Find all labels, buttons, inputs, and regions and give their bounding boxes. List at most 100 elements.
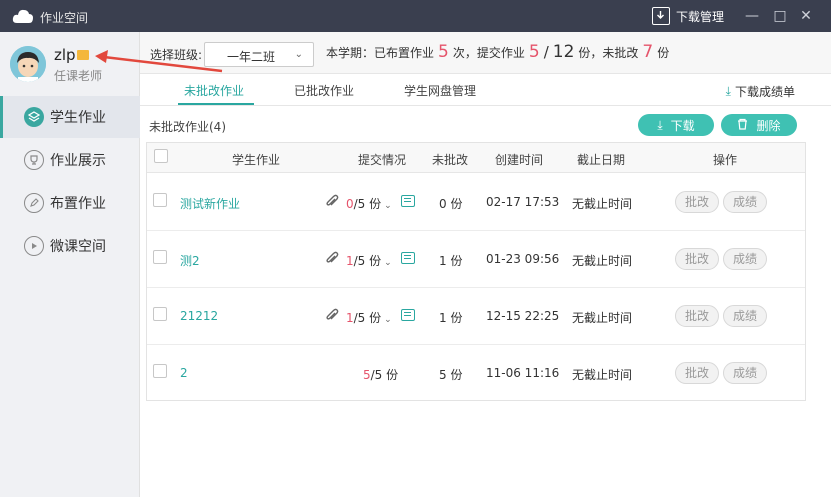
sidebar-item-label: 布置作业 (50, 196, 106, 212)
homework-title-link[interactable]: 测2 (180, 252, 200, 269)
sidebar-item-homework-display[interactable]: 作业展示 (0, 139, 140, 181)
submitted-value: 1 (346, 254, 354, 268)
deadline: 无截止时间 (572, 254, 633, 268)
delete-button[interactable]: 删除 (721, 114, 797, 136)
grades-button[interactable]: 成绩 (723, 362, 767, 384)
play-icon (24, 236, 44, 256)
stats-total-unit: 份，未批改 (578, 46, 639, 60)
user-profile: zlp 任课老师 (0, 32, 140, 92)
comment-icon[interactable] (401, 195, 415, 207)
table-row: 测试新作业 0/5 份 ⌄ 0 份 02-17 17:53 无截止时间 批改 成绩 (147, 174, 805, 231)
app-title: 作业空间 (40, 11, 89, 25)
created-time: 12-15 22:25 (486, 309, 560, 323)
delete-button-label: 删除 (756, 118, 781, 133)
homework-table: 学生作业 提交情况 未批改 创建时间 截止日期 操作 测试新作业 0/5 份 ⌄ … (146, 142, 806, 401)
active-tab-indicator (178, 103, 254, 105)
minimize-button[interactable]: — (742, 6, 762, 26)
submitted-count: 5 (528, 42, 540, 62)
table-header: 学生作业 提交情况 未批改 创建时间 截止日期 操作 (147, 143, 805, 173)
avatar[interactable] (10, 46, 46, 82)
chevron-down-icon[interactable]: ⌄ (384, 201, 392, 211)
total-count: 12 (552, 42, 575, 62)
submission-status: 0/5 份 ⌄ (346, 195, 392, 212)
homework-tabs: 未批改作业 已批改作业 学生网盘管理 ⤓ 下载成绩单 (140, 74, 831, 106)
close-button[interactable]: ✕ (796, 6, 816, 26)
unmarked-count: 0 份 (439, 197, 463, 211)
download-arrow-icon: ⤓ (725, 84, 731, 98)
edit-icon (24, 193, 44, 213)
row-checkbox[interactable] (153, 307, 167, 321)
comment-icon[interactable] (401, 252, 415, 264)
submission-status: 1/5 份 ⌄ (346, 252, 392, 269)
submission-status: 5/5 份 (363, 366, 398, 383)
comment-icon[interactable] (401, 309, 415, 321)
download-report-label: 下载成绩单 (734, 85, 795, 99)
class-select[interactable]: 一年二班 ⌄ (204, 42, 314, 67)
mail-icon[interactable] (77, 50, 89, 60)
row-checkbox[interactable] (153, 193, 167, 207)
paperclip-icon[interactable] (325, 251, 339, 267)
maximize-button[interactable]: □ (770, 6, 790, 26)
tab-student-drive[interactable]: 学生网盘管理 (404, 82, 476, 99)
select-all-checkbox[interactable] (154, 149, 168, 163)
cloud-logo-icon (12, 9, 33, 23)
unmarked-count: 1 份 (439, 311, 463, 325)
row-checkbox[interactable] (153, 364, 167, 378)
column-header: 学生作业 (232, 153, 281, 167)
mark-button[interactable]: 批改 (675, 248, 719, 270)
username: zlp (54, 46, 76, 64)
class-select-value: 一年二班 (227, 50, 276, 64)
layers-icon (24, 107, 44, 127)
unmarked-count: 7 (642, 42, 654, 62)
semester-stats: 本学期：已布置作业 5 次，提交作业 5 / 12 份，未批改 7 份 (326, 42, 669, 62)
download-icon: ⤓ (657, 117, 663, 132)
row-checkbox[interactable] (153, 250, 167, 264)
mark-button[interactable]: 批改 (675, 362, 719, 384)
sidebar-item-label: 学生作业 (50, 110, 106, 126)
grades-button[interactable]: 成绩 (723, 248, 767, 270)
unmarked-count: 5 份 (439, 368, 463, 382)
column-header: 未批改 (432, 153, 469, 167)
assigned-count: 5 (438, 42, 449, 62)
sidebar-item-micro-lesson[interactable]: 微课空间 (0, 225, 140, 267)
grades-button[interactable]: 成绩 (723, 305, 767, 327)
sidebar-item-assign-homework[interactable]: 布置作业 (0, 182, 140, 224)
stats-prefix: 本学期：已布置作业 (326, 46, 435, 60)
column-header: 操作 (713, 153, 738, 167)
column-header: 提交情况 (358, 153, 407, 167)
homework-title-link[interactable]: 21212 (180, 309, 218, 323)
total-value: /5 份 (353, 311, 382, 325)
stats-unmarked-unit: 份 (657, 46, 670, 60)
table-row: 21212 1/5 份 ⌄ 1 份 12-15 22:25 无截止时间 批改 成绩 (147, 288, 805, 345)
paperclip-icon[interactable] (325, 194, 339, 210)
table-row: 2 5/5 份 5 份 11-06 11:16 无截止时间 批改 成绩 (147, 345, 805, 402)
tab-unmarked[interactable]: 未批改作业 (184, 82, 244, 99)
stats-slash: / (543, 43, 549, 61)
chevron-down-icon[interactable]: ⌄ (384, 258, 392, 268)
total-value: /5 份 (370, 368, 399, 382)
sidebar-item-label: 微课空间 (50, 239, 106, 255)
download-button[interactable]: ⤓ 下载 (638, 114, 714, 136)
deadline: 无截止时间 (572, 368, 633, 382)
download-manager-label: 下载管理 (676, 9, 725, 24)
deadline: 无截止时间 (572, 197, 633, 211)
class-toolbar: 选择班级: 一年二班 ⌄ 本学期：已布置作业 5 次，提交作业 5 / 12 份… (140, 32, 831, 74)
download-report-button[interactable]: ⤓ 下载成绩单 (726, 83, 795, 100)
unmarked-count: 1 份 (439, 254, 463, 268)
download-button-label: 下载 (670, 118, 695, 133)
tab-marked[interactable]: 已批改作业 (294, 82, 354, 99)
mark-button[interactable]: 批改 (675, 305, 719, 327)
paperclip-icon[interactable] (325, 308, 339, 324)
homework-title-link[interactable]: 2 (180, 366, 188, 380)
created-time: 01-23 09:56 (486, 252, 560, 266)
column-header: 创建时间 (495, 153, 544, 167)
chevron-down-icon[interactable]: ⌄ (384, 315, 392, 325)
grades-button[interactable]: 成绩 (723, 191, 767, 213)
download-manager-button[interactable]: 下载管理 (652, 6, 724, 26)
mark-button[interactable]: 批改 (675, 191, 719, 213)
sidebar-item-student-homework[interactable]: 学生作业 (0, 96, 140, 138)
download-icon (652, 7, 670, 25)
homework-title-link[interactable]: 测试新作业 (180, 195, 240, 212)
submitted-value: 0 (346, 197, 354, 211)
submitted-value: 1 (346, 311, 354, 325)
